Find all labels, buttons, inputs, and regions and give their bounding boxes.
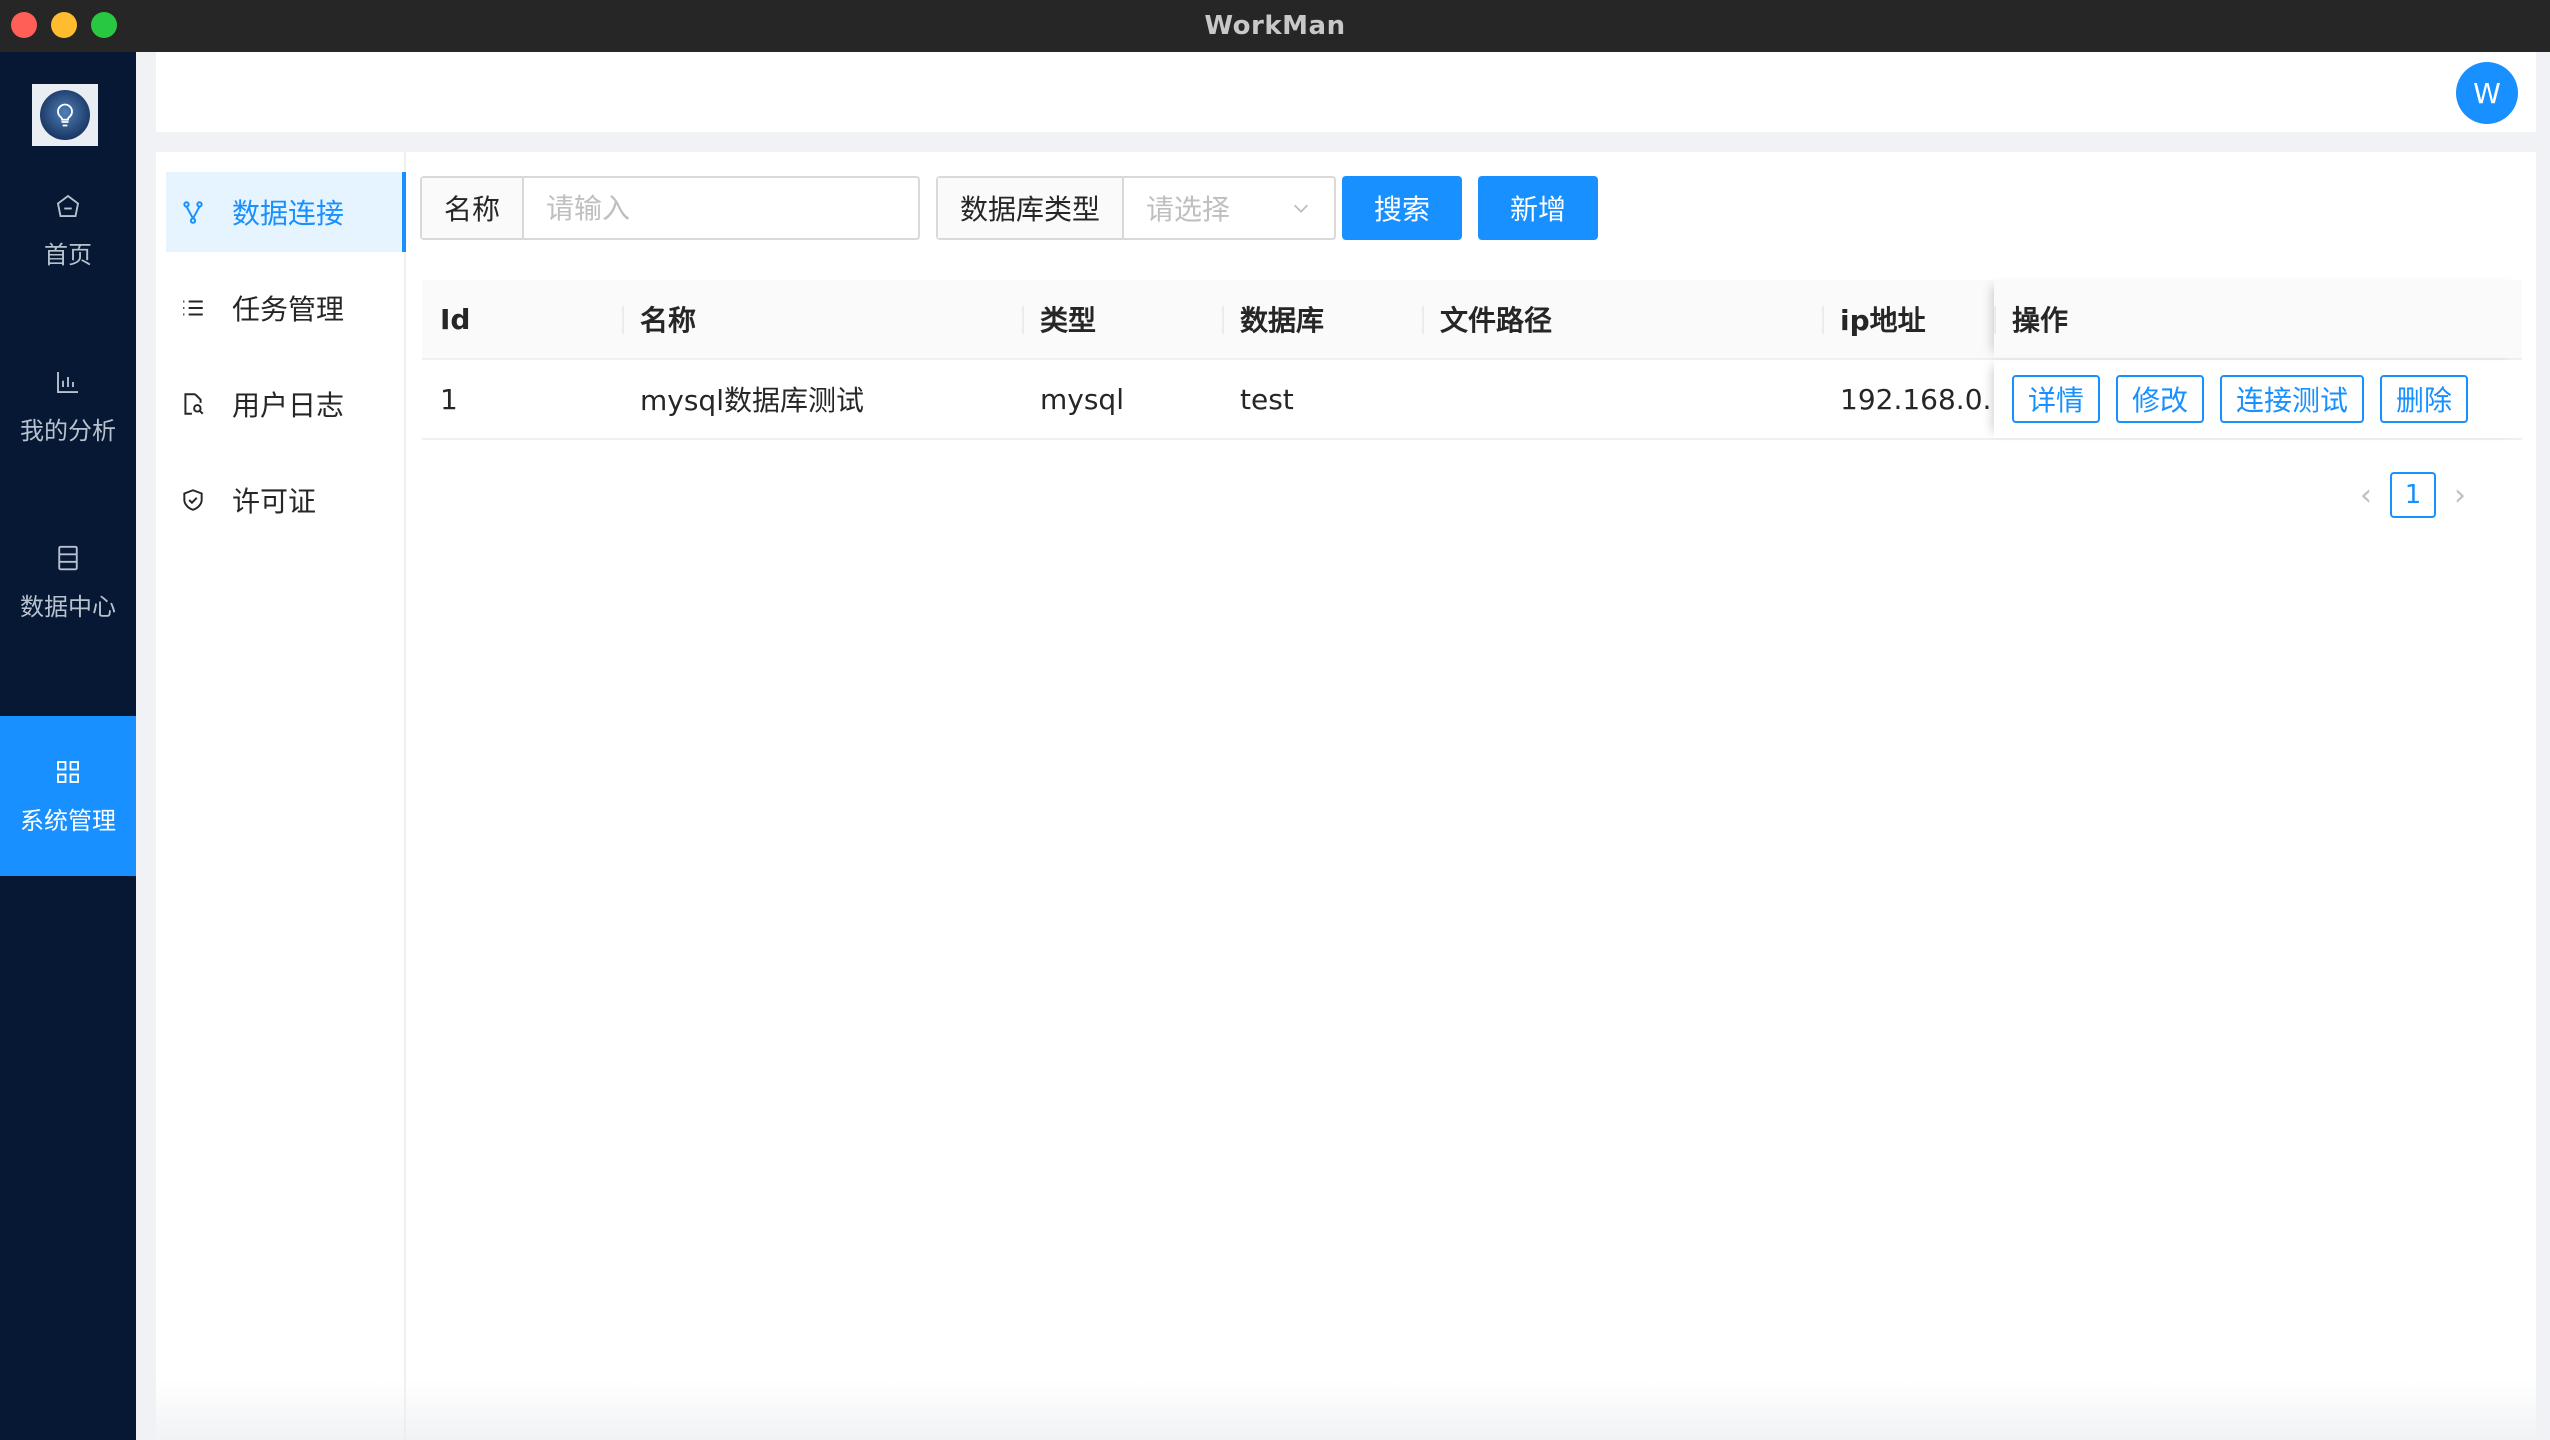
- column-header-actions: 操作: [1994, 280, 2522, 358]
- data-connection-table: Id 名称 类型 数据库 文件路径 ip地址 操作 1 mysql数据库测试 m…: [422, 280, 2522, 440]
- left-nav: 首页 我的分析 数据中心 系统管理: [0, 52, 136, 1440]
- nav-item-data-center[interactable]: 数据中心: [0, 502, 136, 662]
- submenu-item-label: 数据连接: [232, 197, 345, 230]
- window-titlebar: WorkMan: [0, 0, 2550, 52]
- search-button[interactable]: 搜索: [1342, 176, 1462, 240]
- column-header-name: 名称: [622, 280, 1022, 358]
- cell-name: mysql数据库测试: [640, 384, 864, 417]
- window-minimize-button[interactable]: [51, 12, 77, 38]
- page-number-current[interactable]: 1: [2390, 472, 2436, 518]
- cell-id: 1: [440, 382, 458, 416]
- fork-icon: [178, 197, 208, 227]
- nav-item-label: 系统管理: [20, 806, 116, 835]
- list-icon: [178, 293, 208, 323]
- name-filter: 名称: [420, 176, 920, 240]
- cell-actions: 详情 修改 连接测试 删除: [1994, 360, 2522, 438]
- column-header-type: 类型: [1022, 280, 1222, 358]
- shield-check-icon: [178, 485, 208, 515]
- name-filter-label: 名称: [422, 178, 525, 238]
- delete-button[interactable]: 删除: [2380, 375, 2469, 423]
- window-title: WorkMan: [1204, 11, 1346, 41]
- top-header: W: [156, 52, 2536, 132]
- user-avatar[interactable]: W: [2456, 62, 2518, 124]
- next-page-icon[interactable]: ›: [2436, 478, 2484, 513]
- pagination: ‹ 1 ›: [2342, 470, 2484, 520]
- nav-item-label: 数据中心: [20, 592, 116, 621]
- cell-database: test: [1240, 382, 1294, 416]
- nav-item-label: 首页: [44, 240, 92, 269]
- cell-file-path: [1422, 360, 1822, 438]
- db-type-select[interactable]: 请选择: [1124, 178, 1334, 238]
- nav-item-label: 我的分析: [20, 416, 116, 445]
- nav-item-system-management[interactable]: 系统管理: [0, 716, 136, 876]
- name-search-input[interactable]: [524, 178, 905, 238]
- home-icon: [56, 194, 80, 217]
- table-row: 1 mysql数据库测试 mysql test 192.168.0.1 详情 修…: [422, 360, 2522, 440]
- column-header-id: Id: [440, 302, 471, 336]
- cell-type: mysql: [1040, 382, 1124, 416]
- edit-button[interactable]: 修改: [2116, 375, 2205, 423]
- submenu-item-label: 许可证: [232, 485, 317, 518]
- database-icon: [58, 545, 78, 570]
- submenu-item-label: 用户日志: [232, 389, 345, 422]
- chevron-down-icon: [1293, 204, 1309, 213]
- lightbulb-logo-icon: [40, 90, 90, 140]
- db-type-select-placeholder: 请选择: [1146, 193, 1231, 226]
- main-panel: 数据连接 任务管理 用户日志 许可证 名称 请输入 数据库类型 请选择 搜索 新…: [156, 152, 2536, 1440]
- window-maximize-button[interactable]: [91, 12, 117, 38]
- test-connection-button[interactable]: 连接测试: [2220, 375, 2365, 423]
- detail-button[interactable]: 详情: [2012, 375, 2101, 423]
- column-header-ip: ip地址: [1822, 280, 1994, 358]
- nav-item-analysis[interactable]: 我的分析: [0, 326, 136, 486]
- prev-page-icon[interactable]: ‹: [2342, 478, 2390, 513]
- nav-item-home[interactable]: 首页: [0, 150, 136, 310]
- column-header-database: 数据库: [1222, 280, 1422, 358]
- add-button[interactable]: 新增: [1478, 176, 1598, 240]
- submenu-item-license[interactable]: 许可证: [166, 460, 406, 540]
- db-type-filter: 数据库类型 请选择: [936, 176, 1336, 240]
- cell-ip: 192.168.0.1: [1840, 382, 1994, 416]
- bar-chart-icon: [57, 371, 78, 393]
- sub-menu: 数据连接 任务管理 用户日志 许可证: [156, 152, 406, 1440]
- table-header: Id 名称 类型 数据库 文件路径 ip地址 操作: [422, 280, 2522, 360]
- submenu-item-label: 任务管理: [232, 293, 345, 326]
- submenu-item-user-log[interactable]: 用户日志: [166, 364, 406, 444]
- submenu-item-task-management[interactable]: 任务管理: [166, 268, 406, 348]
- submenu-item-data-connection[interactable]: 数据连接: [166, 172, 406, 252]
- bottom-shadow: [156, 1380, 2536, 1440]
- app-logo[interactable]: [32, 84, 98, 146]
- file-search-icon: [178, 389, 208, 419]
- grid-icon: [57, 760, 79, 783]
- db-type-filter-label: 数据库类型: [938, 178, 1125, 238]
- window-close-button[interactable]: [11, 12, 37, 38]
- column-header-file-path: 文件路径: [1422, 280, 1822, 358]
